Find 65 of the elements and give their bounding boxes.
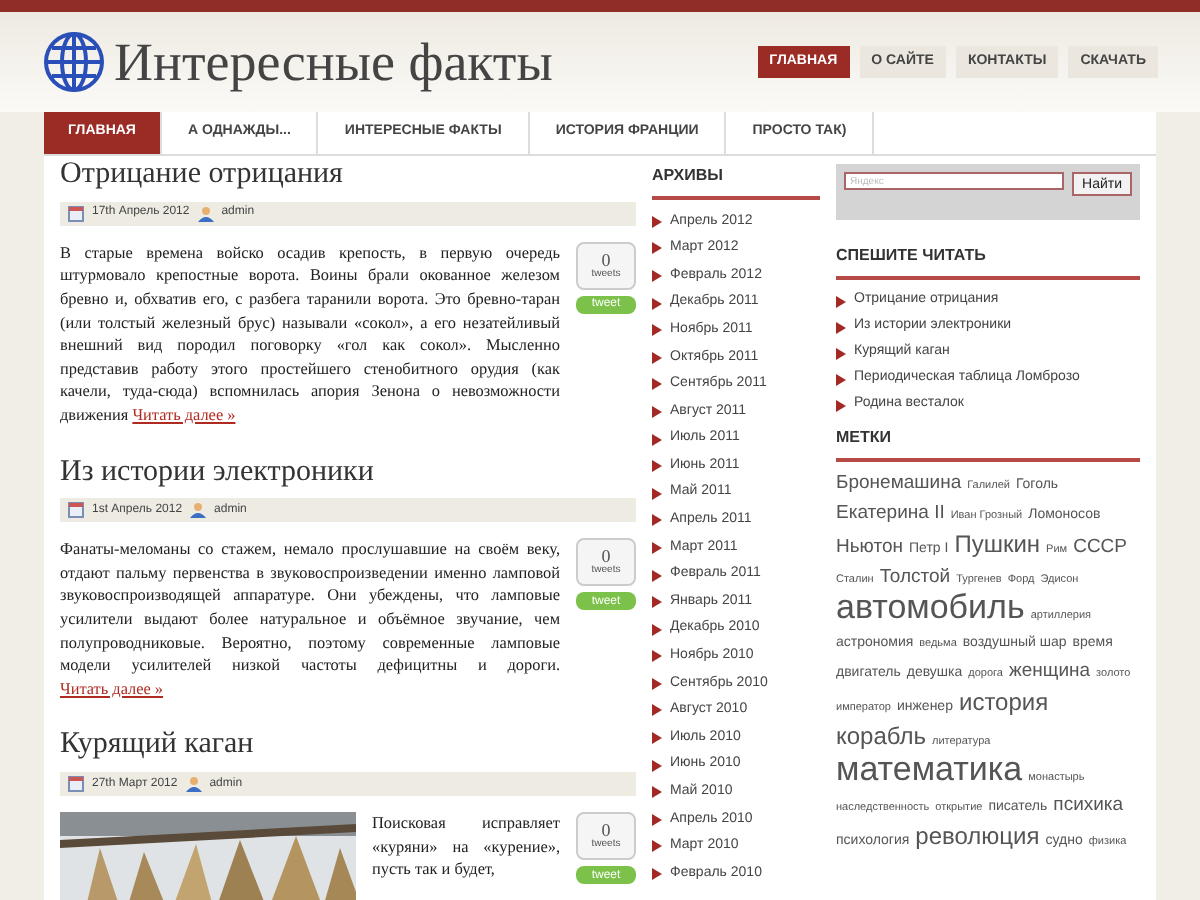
bullet-icon xyxy=(652,596,662,609)
bullet-icon xyxy=(652,242,662,255)
tweet-count: 0 xyxy=(601,822,611,841)
bullet-icon xyxy=(652,813,662,826)
bullet-icon xyxy=(652,786,662,799)
bullet-icon xyxy=(836,399,846,411)
bullet-icon xyxy=(652,732,662,745)
bullet-icon xyxy=(652,215,662,228)
tag-link[interactable]: Ньютон xyxy=(836,534,904,562)
post-excerpt: Фанаты-меломаны со стажем, немало прослушавшие на своём веку, отдают пальму первенства в звуковоспроизведении именно ламповой звуковоспроизводящей аппаратуре. Они убеждены, что ламповые усилители выдают более натуральное и объёмное звучание, чем полупроводниковые. Вероятно, поэтому современные ламповые модели усилителей низкой частоты дефицитны и дороги. Читать далее » xyxy=(60,538,560,701)
tag-link[interactable]: революция xyxy=(915,822,1040,850)
tag-link[interactable]: Екатерина II xyxy=(836,500,945,528)
bullet-icon xyxy=(652,623,662,636)
bullet-icon xyxy=(652,378,662,391)
bullet-icon xyxy=(652,868,662,881)
bullet-icon xyxy=(652,840,662,853)
site-title[interactable]: Интересные факты xyxy=(114,35,553,89)
calendar-icon xyxy=(68,205,84,222)
bullet-icon xyxy=(652,487,662,500)
bullet-icon xyxy=(652,704,662,717)
post-title[interactable]: Из истории электроники xyxy=(60,453,636,491)
bullet-icon xyxy=(652,460,662,473)
bullet-icon xyxy=(652,351,662,364)
bullet-icon xyxy=(652,514,662,527)
user-icon xyxy=(185,776,202,793)
user-icon xyxy=(190,502,207,519)
bullet-icon xyxy=(652,433,662,446)
bullet-icon xyxy=(652,677,662,690)
tag-link[interactable]: Бронемашина xyxy=(836,470,962,498)
tag-link[interactable]: Пушкин xyxy=(954,530,1041,558)
widget-title: АРХИВЫ xyxy=(652,164,820,200)
bullet-icon xyxy=(836,321,846,333)
bullet-icon xyxy=(652,759,662,772)
tag-link[interactable]: СССР xyxy=(1073,534,1127,562)
user-icon xyxy=(197,205,214,222)
tag-link[interactable]: Толстой xyxy=(879,564,951,592)
bullet-icon xyxy=(652,650,662,663)
post-title[interactable]: Отрицание отрицания xyxy=(60,156,636,194)
post-title[interactable]: Курящий каган xyxy=(60,726,636,765)
post-excerpt: Поисковая исправляет «куряни» на «курение», пусть так и будет, xyxy=(372,812,560,882)
tag-link[interactable]: психика xyxy=(1053,792,1124,820)
widget-title: СПЕШИТЕ ЧИТАТЬ xyxy=(836,244,1140,280)
tag-link[interactable]: женщина xyxy=(1009,658,1091,686)
bullet-icon xyxy=(652,405,662,418)
read-more-link[interactable]: Читать далее » xyxy=(60,679,164,698)
calendar-icon xyxy=(68,776,84,793)
tag-link[interactable]: история xyxy=(958,688,1049,716)
tag-link[interactable]: корабль xyxy=(836,722,926,750)
bullet-icon xyxy=(652,324,662,337)
calendar-icon xyxy=(68,502,84,519)
bullet-icon xyxy=(652,569,662,582)
widget-title: МЕТКИ xyxy=(836,426,1140,462)
read-more-link[interactable]: Читать далее » xyxy=(132,405,236,424)
tweet-count: 0 xyxy=(601,548,611,567)
tweet-count: 0 xyxy=(601,251,611,270)
globe-logo-icon xyxy=(42,30,106,94)
bullet-icon xyxy=(652,541,662,554)
bullet-icon xyxy=(836,373,846,385)
post-excerpt: В старые времена войско осадив крепость, в первую очередь штурмовало крепостные ворота. Воины брали окованное железом бревно и, обхватив его, с разбега таранили ворота. Это бревно-таран (или толстый железный брус) называли «сокол», а его незатейливый внешний вид породил поговорку «гол как сокол». Мысленно представив работу этого простейшего стенобитного орудия (как качели, туда-сюда) вспомнилась апория Зенона о невозможности движения Читать далее » xyxy=(60,241,560,427)
tag-link[interactable]: автомобиль xyxy=(836,594,1025,622)
bullet-icon xyxy=(836,295,846,307)
bullet-icon xyxy=(836,347,846,359)
tag-link[interactable]: математика xyxy=(836,756,1023,784)
bullet-icon xyxy=(652,269,662,282)
bullet-icon xyxy=(652,297,662,310)
